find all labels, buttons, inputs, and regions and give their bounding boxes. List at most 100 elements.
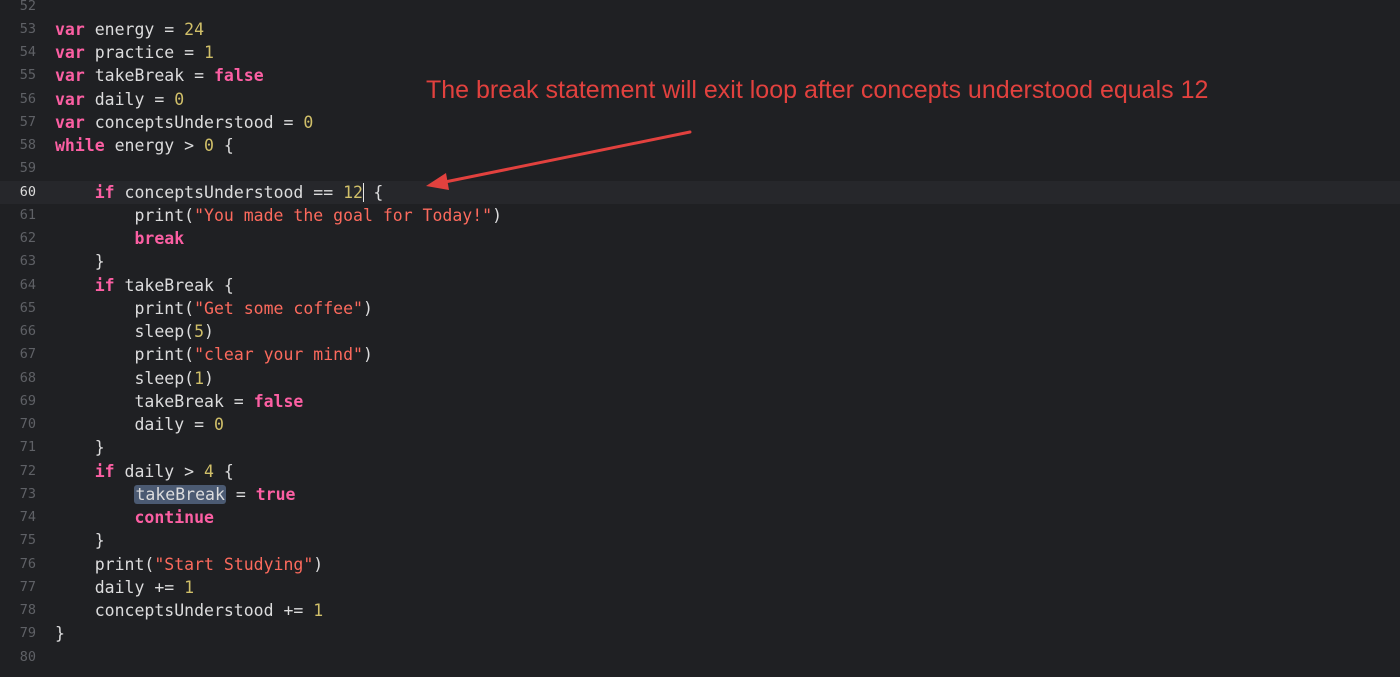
code-line[interactable]: 76 print("Start Studying") bbox=[0, 553, 1400, 576]
keyword-token: var bbox=[55, 66, 85, 86]
line-number: 79 bbox=[19, 625, 36, 642]
code-text[interactable]: daily = 0 bbox=[55, 413, 223, 436]
code-text[interactable]: var conceptsUnderstood = 0 bbox=[55, 111, 313, 134]
line-number: 72 bbox=[19, 462, 36, 479]
line-number: 52 bbox=[19, 0, 36, 14]
code-line[interactable]: 52 bbox=[0, 0, 1400, 18]
code-line[interactable]: 58 while energy > 0 { bbox=[0, 134, 1400, 157]
code-text[interactable]: daily += 1 bbox=[55, 576, 194, 599]
code-line[interactable]: 59 bbox=[0, 157, 1400, 180]
code-text[interactable]: while energy > 0 { bbox=[55, 134, 234, 157]
code-line[interactable]: 80 bbox=[0, 646, 1400, 669]
line-number: 63 bbox=[19, 253, 36, 270]
number-token: 1 bbox=[194, 368, 205, 388]
code-token: ) bbox=[204, 368, 214, 388]
number-token: 12 bbox=[343, 182, 363, 202]
code-text[interactable]: print("Get some coffee") bbox=[55, 297, 373, 320]
string-token: "Get some coffee" bbox=[194, 298, 363, 318]
code-line[interactable]: 64 if takeBreak { bbox=[0, 274, 1400, 297]
code-text[interactable]: conceptsUnderstood += 1 bbox=[55, 599, 323, 622]
code-line[interactable]: 77 daily += 1 bbox=[0, 576, 1400, 599]
code-text[interactable]: } bbox=[55, 622, 65, 645]
code-text[interactable]: break bbox=[55, 227, 184, 250]
code-token: ) bbox=[313, 554, 324, 574]
code-text[interactable]: continue bbox=[55, 506, 213, 529]
code-token: { bbox=[363, 182, 384, 202]
code-line[interactable]: 74 continue bbox=[0, 506, 1400, 529]
line-number: 78 bbox=[19, 602, 36, 618]
code-token: ) bbox=[362, 298, 373, 318]
keyword-token: true bbox=[255, 484, 296, 504]
code-token: takeBreak = bbox=[84, 66, 214, 86]
code-text[interactable]: takeBreak = false bbox=[55, 390, 303, 413]
code-line[interactable]: 75 } bbox=[0, 529, 1400, 552]
code-line[interactable]: 72 if daily > 4 { bbox=[0, 460, 1400, 483]
code-text[interactable]: takeBreak = true bbox=[55, 483, 295, 506]
line-number: 75 bbox=[19, 532, 36, 549]
line-number: 70 bbox=[19, 416, 36, 432]
number-token: 0 bbox=[174, 89, 185, 109]
code-line[interactable]: 60 if conceptsUnderstood == 12 { bbox=[0, 180, 1400, 204]
code-text[interactable]: print("Start Studying") bbox=[55, 553, 324, 576]
line-number: 59 bbox=[19, 160, 36, 177]
code-editor[interactable]: 52 53 var energy = 24 54 var practice = 1 55 v… bbox=[0, 0, 1400, 677]
keyword-token: false bbox=[213, 66, 264, 86]
code-text[interactable]: print("clear your mind") bbox=[55, 343, 372, 366]
code-text[interactable]: sleep(5) bbox=[55, 320, 213, 343]
line-number: 60 bbox=[19, 183, 36, 200]
code-text[interactable]: if conceptsUnderstood == 12 { bbox=[55, 181, 383, 204]
code-line[interactable]: 61 print("You made the goal for Today!") bbox=[0, 204, 1400, 227]
code-line[interactable]: 79} bbox=[0, 622, 1400, 645]
line-number: 77 bbox=[19, 578, 36, 595]
code-text[interactable]: } bbox=[55, 436, 105, 459]
number-token: 0 bbox=[204, 136, 214, 155]
code-line[interactable]: 63 } bbox=[0, 250, 1400, 273]
code-line[interactable]: 62 break bbox=[0, 227, 1400, 250]
keyword-token: false bbox=[253, 391, 304, 411]
line-number: 74 bbox=[19, 509, 36, 525]
code-line[interactable]: 53 var energy = 24 bbox=[0, 18, 1400, 41]
code-token: print( bbox=[55, 298, 195, 318]
string-token: "You made the goal for Today!" bbox=[194, 205, 493, 225]
code-line[interactable]: 69 takeBreak = false bbox=[0, 390, 1400, 413]
code-token: print( bbox=[55, 205, 195, 225]
line-number: 68 bbox=[19, 369, 36, 386]
code-text[interactable]: var energy = 24 bbox=[55, 18, 204, 41]
keyword-token: var bbox=[55, 89, 85, 109]
number-token: 0 bbox=[303, 112, 314, 132]
code-line[interactable]: 68 sleep(1) bbox=[0, 367, 1400, 390]
keyword-token: while bbox=[55, 136, 105, 155]
code-token: conceptsUnderstood += bbox=[55, 601, 314, 620]
line-number: 61 bbox=[19, 206, 36, 223]
code-text[interactable]: print("You made the goal for Today!") bbox=[55, 204, 502, 227]
code-text[interactable]: var daily = 0 bbox=[55, 88, 184, 111]
code-text[interactable]: } bbox=[55, 250, 105, 273]
code-text[interactable]: sleep(1) bbox=[55, 367, 214, 390]
keyword-token: var bbox=[55, 19, 85, 39]
code-line[interactable]: 66 sleep(5) bbox=[0, 320, 1400, 343]
number-token: 1 bbox=[184, 577, 195, 597]
code-text[interactable]: } bbox=[55, 529, 105, 552]
code-token: takeBreak { bbox=[114, 275, 234, 295]
code-line[interactable]: 54 var practice = 1 bbox=[0, 41, 1400, 64]
keyword-token: break bbox=[134, 229, 185, 248]
code-token: { bbox=[213, 461, 234, 481]
code-line[interactable]: 65 print("Get some coffee") bbox=[0, 297, 1400, 320]
code-line[interactable]: 67 print("clear your mind") bbox=[0, 343, 1400, 366]
code-text[interactable]: var takeBreak = false bbox=[55, 64, 264, 87]
code-text[interactable]: if daily > 4 { bbox=[55, 460, 234, 483]
code-text[interactable]: var practice = 1 bbox=[55, 41, 214, 64]
code-token: daily += bbox=[55, 577, 185, 597]
line-number: 58 bbox=[19, 137, 36, 153]
line-number: 54 bbox=[19, 44, 36, 60]
line-number: 71 bbox=[19, 439, 36, 456]
code-line[interactable]: 78 conceptsUnderstood += 1 bbox=[0, 599, 1400, 622]
code-line[interactable]: 73 takeBreak = true bbox=[0, 483, 1400, 506]
code-line[interactable]: 57 var conceptsUnderstood = 0 bbox=[0, 111, 1400, 134]
code-line[interactable]: 71 } bbox=[0, 436, 1400, 459]
code-token: { bbox=[213, 136, 234, 155]
code-line[interactable]: 70 daily = 0 bbox=[0, 413, 1400, 436]
code-token: daily = bbox=[55, 415, 214, 434]
code-text[interactable]: if takeBreak { bbox=[55, 274, 234, 297]
